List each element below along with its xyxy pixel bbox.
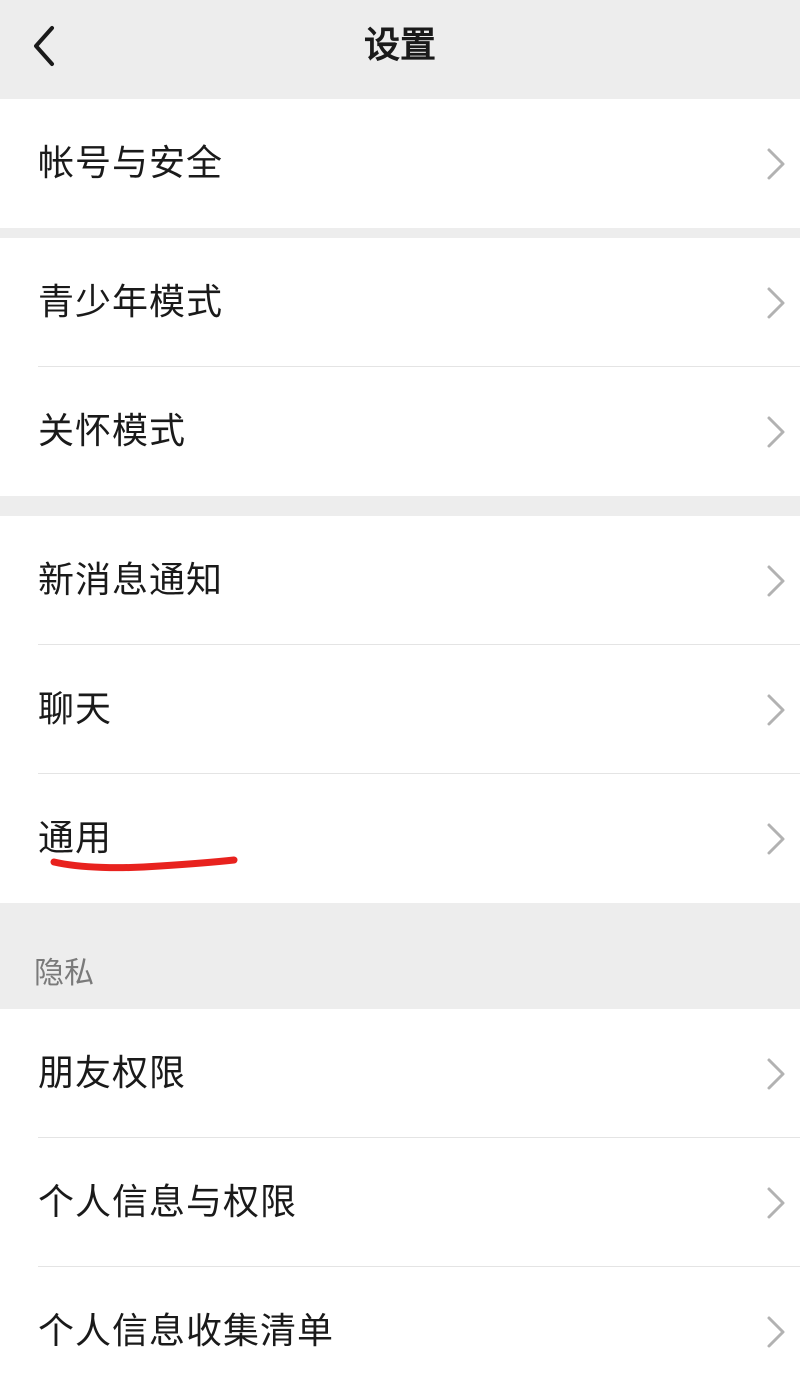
settings-item-care-mode[interactable]: 关怀模式 <box>0 367 800 496</box>
settings-item-teen-mode[interactable]: 青少年模式 <box>0 238 800 367</box>
chevron-right-icon <box>767 1187 785 1218</box>
settings-item-label: 青少年模式 <box>38 282 224 323</box>
nav-bar: 设置 <box>0 0 800 99</box>
chevron-right-icon <box>767 416 785 447</box>
settings-item-label: 新消息通知 <box>38 560 224 601</box>
settings-item-friend-permissions[interactable]: 朋友权限 <box>0 1009 800 1138</box>
settings-item-label: 聊天 <box>38 689 113 730</box>
settings-group-privacy: 朋友权限 个人信息与权限 个人信息收集清单 <box>0 1009 800 1396</box>
settings-item-personal-info-list[interactable]: 个人信息收集清单 <box>0 1267 800 1396</box>
chevron-right-icon <box>767 694 785 725</box>
settings-item-general[interactable]: 通用 <box>0 774 800 903</box>
chevron-right-icon <box>767 823 785 854</box>
chevron-right-icon <box>767 1058 785 1089</box>
settings-item-chat[interactable]: 聊天 <box>0 645 800 774</box>
settings-group-modes: 青少年模式 关怀模式 <box>0 238 800 496</box>
page-title: 设置 <box>363 25 436 66</box>
settings-group-account: 帐号与安全 <box>0 99 800 228</box>
settings-item-label: 朋友权限 <box>38 1053 187 1094</box>
settings-item-notifications[interactable]: 新消息通知 <box>0 516 800 645</box>
settings-item-label: 个人信息与权限 <box>38 1182 298 1223</box>
chevron-right-icon <box>767 565 785 596</box>
section-title-privacy: 隐私 <box>34 956 94 991</box>
settings-item-personal-info-permissions[interactable]: 个人信息与权限 <box>0 1138 800 1267</box>
settings-item-label: 帐号与安全 <box>38 143 224 184</box>
settings-item-account-security[interactable]: 帐号与安全 <box>0 99 800 228</box>
settings-group-general: 新消息通知 聊天 通用 <box>0 516 800 903</box>
chevron-right-icon <box>767 148 785 179</box>
settings-item-label: 个人信息收集清单 <box>38 1311 335 1352</box>
chevron-right-icon <box>767 287 785 318</box>
settings-item-label: 关怀模式 <box>38 411 187 452</box>
chevron-right-icon <box>767 1316 785 1347</box>
settings-item-label: 通用 <box>38 818 113 859</box>
